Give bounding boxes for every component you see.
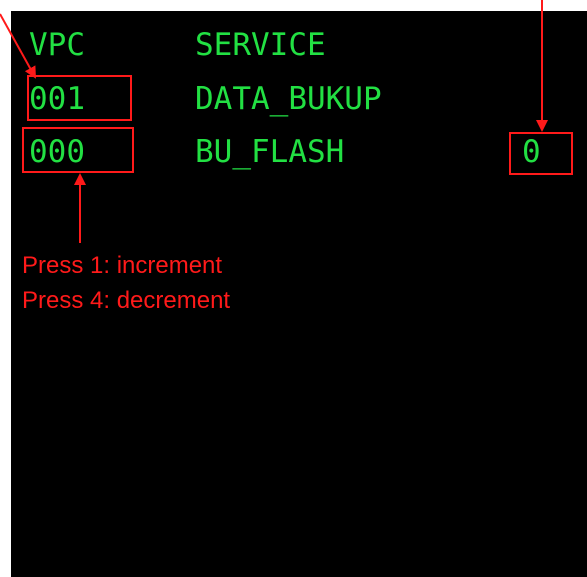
hint-decrement: Press 4: decrement xyxy=(22,287,231,314)
highlight-box-vpc-row-2 xyxy=(22,127,134,173)
service-name-row-1: DATA_BUKUP xyxy=(195,81,382,117)
column-header-vpc: VPC xyxy=(29,27,85,63)
highlight-box-vpc-row-1 xyxy=(27,75,132,121)
column-header-service: SERVICE xyxy=(195,27,326,63)
service-name-row-2: BU_FLASH xyxy=(195,134,345,170)
highlight-box-value-row-2 xyxy=(509,132,573,175)
hint-increment: Press 1: increment xyxy=(22,252,223,279)
